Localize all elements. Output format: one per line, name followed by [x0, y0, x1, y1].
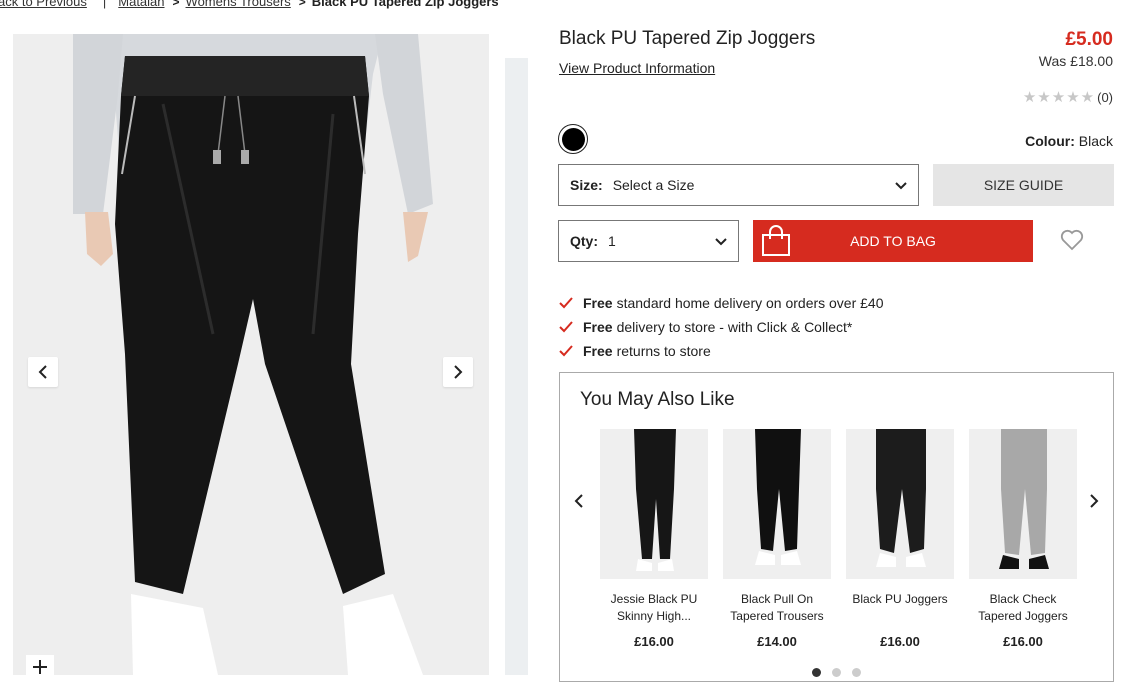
chevron-left-icon — [38, 365, 47, 379]
recommendation-card[interactable]: Black Check Tapered Joggers £16.00 — [969, 429, 1077, 649]
carousel-dot[interactable] — [832, 668, 841, 677]
product-thumbnail-partial[interactable] — [505, 58, 528, 675]
gallery-prev-button[interactable] — [28, 357, 58, 387]
product-title: Black PU Tapered Zip Joggers — [559, 28, 816, 49]
check-icon — [559, 321, 573, 333]
breadcrumb-divider: | — [102, 0, 107, 9]
breadcrumb-current: Black PU Tapered Zip Joggers — [311, 0, 499, 9]
shopping-bag-icon — [762, 225, 790, 256]
product-photo — [13, 34, 489, 675]
benefit-bold: Free — [583, 343, 613, 359]
you-may-also-like-panel: You May Also Like Jessie Black PU Skinny… — [559, 372, 1114, 682]
benefit-text: standard home delivery on orders over £4… — [616, 295, 884, 311]
size-guide-button[interactable]: SIZE GUIDE — [933, 164, 1114, 206]
zoom-plus-button[interactable] — [26, 655, 54, 679]
product-photo — [600, 429, 708, 579]
colour-value: Black — [1078, 133, 1113, 149]
recommendation-image[interactable] — [600, 429, 708, 579]
chevron-right-icon: > — [172, 0, 180, 9]
chevron-right-icon: > — [298, 0, 306, 9]
heart-icon — [1060, 229, 1084, 251]
recommendations-next-button[interactable] — [1084, 491, 1104, 511]
check-icon — [559, 345, 573, 357]
chevron-right-icon — [1090, 494, 1099, 508]
add-to-bag-button[interactable]: ADD TO BAG — [753, 220, 1033, 262]
chevron-right-icon — [454, 365, 463, 379]
product-photo — [846, 429, 954, 579]
recommendation-price: £16.00 — [634, 634, 674, 649]
current-price: £5.00 — [1065, 29, 1113, 50]
plus-icon — [33, 660, 47, 674]
recommendation-card[interactable]: Black PU Joggers £16.00 — [846, 429, 954, 649]
size-select-value: Select a Size — [612, 177, 695, 193]
benefit-item: Free returns to store — [558, 339, 884, 363]
recommendation-price: £14.00 — [757, 634, 797, 649]
recommendation-name[interactable]: Jessie Black PU Skinny High... — [600, 591, 708, 625]
recommendation-name[interactable]: Black PU Joggers — [846, 591, 954, 625]
size-select[interactable]: Size: Select a Size — [558, 164, 919, 206]
recommendation-image[interactable] — [723, 429, 831, 579]
add-to-bag-label: ADD TO BAG — [850, 233, 936, 249]
star-rating-icon: ★★★★★ — [1022, 89, 1096, 106]
breadcrumb-item-matalan[interactable]: Matalan — [118, 0, 164, 9]
breadcrumb-item-womens-trousers[interactable]: Womens Trousers — [186, 0, 291, 9]
wishlist-button[interactable] — [1060, 229, 1084, 256]
benefit-bold: Free — [583, 295, 613, 311]
quantity-select-label: Qty: — [570, 233, 598, 249]
product-main-image[interactable] — [13, 34, 489, 675]
recommendation-name[interactable]: Black Check Tapered Joggers — [969, 591, 1077, 625]
colour-label-title: Colour: — [1025, 133, 1075, 149]
view-product-information-link[interactable]: View Product Information — [559, 60, 715, 76]
chevron-left-icon — [574, 494, 583, 508]
chevron-down-icon — [895, 182, 907, 190]
benefit-text: delivery to store - with Click & Collect… — [616, 319, 853, 335]
size-select-label: Size: — [570, 177, 603, 193]
chevron-down-icon — [715, 238, 727, 246]
recommendation-price: £16.00 — [1003, 634, 1043, 649]
rating-count: (0) — [1097, 89, 1113, 105]
recommendation-image[interactable] — [969, 429, 1077, 579]
recommendation-image[interactable] — [846, 429, 954, 579]
carousel-dot[interactable] — [812, 668, 821, 677]
carousel-pagination — [812, 668, 872, 677]
recommendation-price: £16.00 — [880, 634, 920, 649]
colour-label: Colour: Black — [1025, 133, 1113, 149]
quantity-select-value: 1 — [608, 233, 616, 249]
benefit-bold: Free — [583, 319, 613, 335]
benefit-text: returns to store — [616, 343, 711, 359]
check-icon — [559, 297, 573, 309]
rating[interactable]: ★★★★★ (0) — [1023, 88, 1113, 106]
quantity-select[interactable]: Qty: 1 — [558, 220, 739, 262]
benefit-item: Free standard home delivery on orders ov… — [558, 291, 884, 315]
swatch-fill — [561, 127, 585, 151]
recommendation-card[interactable]: Jessie Black PU Skinny High... £16.00 — [600, 429, 708, 649]
back-to-previous-link[interactable]: ack to Previous — [0, 0, 87, 9]
gallery-next-button[interactable] — [443, 357, 473, 387]
recommendation-card[interactable]: Black Pull On Tapered Trousers £14.00 — [723, 429, 831, 649]
was-price: Was £18.00 — [1038, 53, 1113, 69]
breadcrumb: ack to Previous | Matalan > Womens Trous… — [0, 0, 499, 9]
product-photo — [969, 429, 1077, 579]
recommendations-prev-button[interactable] — [569, 491, 589, 511]
delivery-benefits: Free standard home delivery on orders ov… — [558, 291, 884, 363]
recommendation-name[interactable]: Black Pull On Tapered Trousers — [723, 591, 831, 625]
product-photo — [723, 429, 831, 579]
benefit-item: Free delivery to store - with Click & Co… — [558, 315, 884, 339]
recommendations-title: You May Also Like — [580, 389, 735, 410]
colour-swatch-black[interactable] — [558, 124, 588, 154]
carousel-dot[interactable] — [852, 668, 861, 677]
